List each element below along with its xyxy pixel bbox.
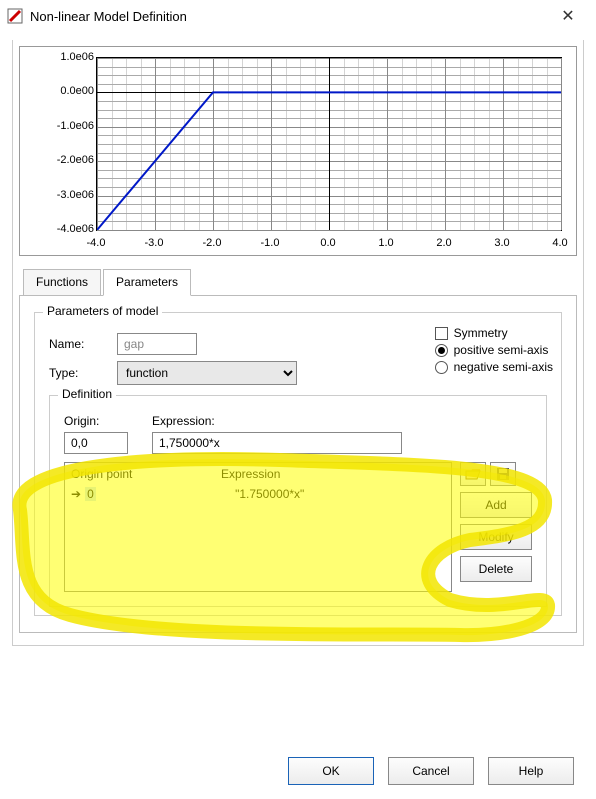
modify-button[interactable]: Modify (460, 524, 532, 550)
x-tick: -1.0 (261, 237, 280, 249)
tab-panel-parameters: Parameters of model Symmetry positive se… (19, 295, 577, 633)
tab-functions[interactable]: Functions (23, 269, 101, 296)
x-tick: 4.0 (552, 237, 567, 249)
y-tick: -2.0e06 (34, 154, 94, 166)
chart: force(kN) displacement(cm) -4.0e06-3.0e0… (19, 46, 577, 256)
list-row-origin: 0 (85, 487, 96, 501)
group-title-definition: Definition (58, 387, 116, 401)
ok-button[interactable]: OK (288, 757, 374, 785)
symmetry-label: Symmetry (454, 326, 508, 340)
list-row-expression: "1.750000*x" (235, 487, 445, 501)
expression-input[interactable] (152, 432, 402, 454)
x-tick: -2.0 (203, 237, 222, 249)
add-button[interactable]: Add (460, 492, 532, 518)
delete-button[interactable]: Delete (460, 556, 532, 582)
x-tick: 0.0 (320, 237, 335, 249)
definition-list[interactable]: Origin point Expression ➔ 0 "1.750000*x" (64, 462, 452, 592)
open-icon[interactable] (460, 462, 486, 486)
radio-negative-label: negative semi-axis (454, 360, 553, 374)
radio-positive-label: positive semi-axis (454, 343, 549, 357)
y-tick: -3.0e06 (34, 189, 94, 201)
y-tick: -4.0e06 (34, 223, 94, 235)
x-tick: 1.0 (378, 237, 393, 249)
y-tick: -1.0e06 (34, 120, 94, 132)
checkbox-symmetry[interactable]: Symmetry (435, 326, 553, 340)
type-label: Type: (49, 366, 117, 380)
x-tick: -3.0 (145, 237, 164, 249)
arrow-icon: ➔ (71, 487, 81, 501)
x-tick: 2.0 (436, 237, 451, 249)
list-header-origin: Origin point (71, 467, 221, 481)
tab-strip: Functions Parameters (23, 268, 577, 295)
y-tick: 0.0e00 (34, 85, 94, 97)
group-title-parameters: Parameters of model (43, 304, 162, 318)
name-field[interactable] (117, 333, 197, 355)
radio-positive-semi-axis[interactable]: positive semi-axis (435, 343, 553, 357)
expression-label: Expression: (152, 414, 532, 428)
y-tick: 1.0e06 (34, 51, 94, 63)
help-button[interactable]: Help (488, 757, 574, 785)
name-label: Name: (49, 337, 117, 351)
window-title: Non-linear Model Definition (30, 9, 548, 24)
tab-parameters[interactable]: Parameters (103, 269, 191, 296)
type-select[interactable]: function (117, 361, 297, 385)
origin-input[interactable] (64, 432, 128, 454)
cancel-button[interactable]: Cancel (388, 757, 474, 785)
list-row[interactable]: ➔ 0 "1.750000*x" (65, 485, 451, 503)
group-parameters-of-model: Parameters of model Symmetry positive se… (34, 312, 562, 616)
list-header-expression: Expression (221, 467, 445, 481)
group-definition: Definition Origin: Expression: Origin p (49, 395, 547, 607)
origin-label: Origin: (64, 414, 128, 428)
close-icon[interactable]: ✕ (548, 6, 588, 26)
x-tick: -4.0 (87, 237, 106, 249)
app-icon (6, 7, 24, 25)
save-icon[interactable] (490, 462, 516, 486)
x-tick: 3.0 (494, 237, 509, 249)
radio-negative-semi-axis[interactable]: negative semi-axis (435, 360, 553, 374)
